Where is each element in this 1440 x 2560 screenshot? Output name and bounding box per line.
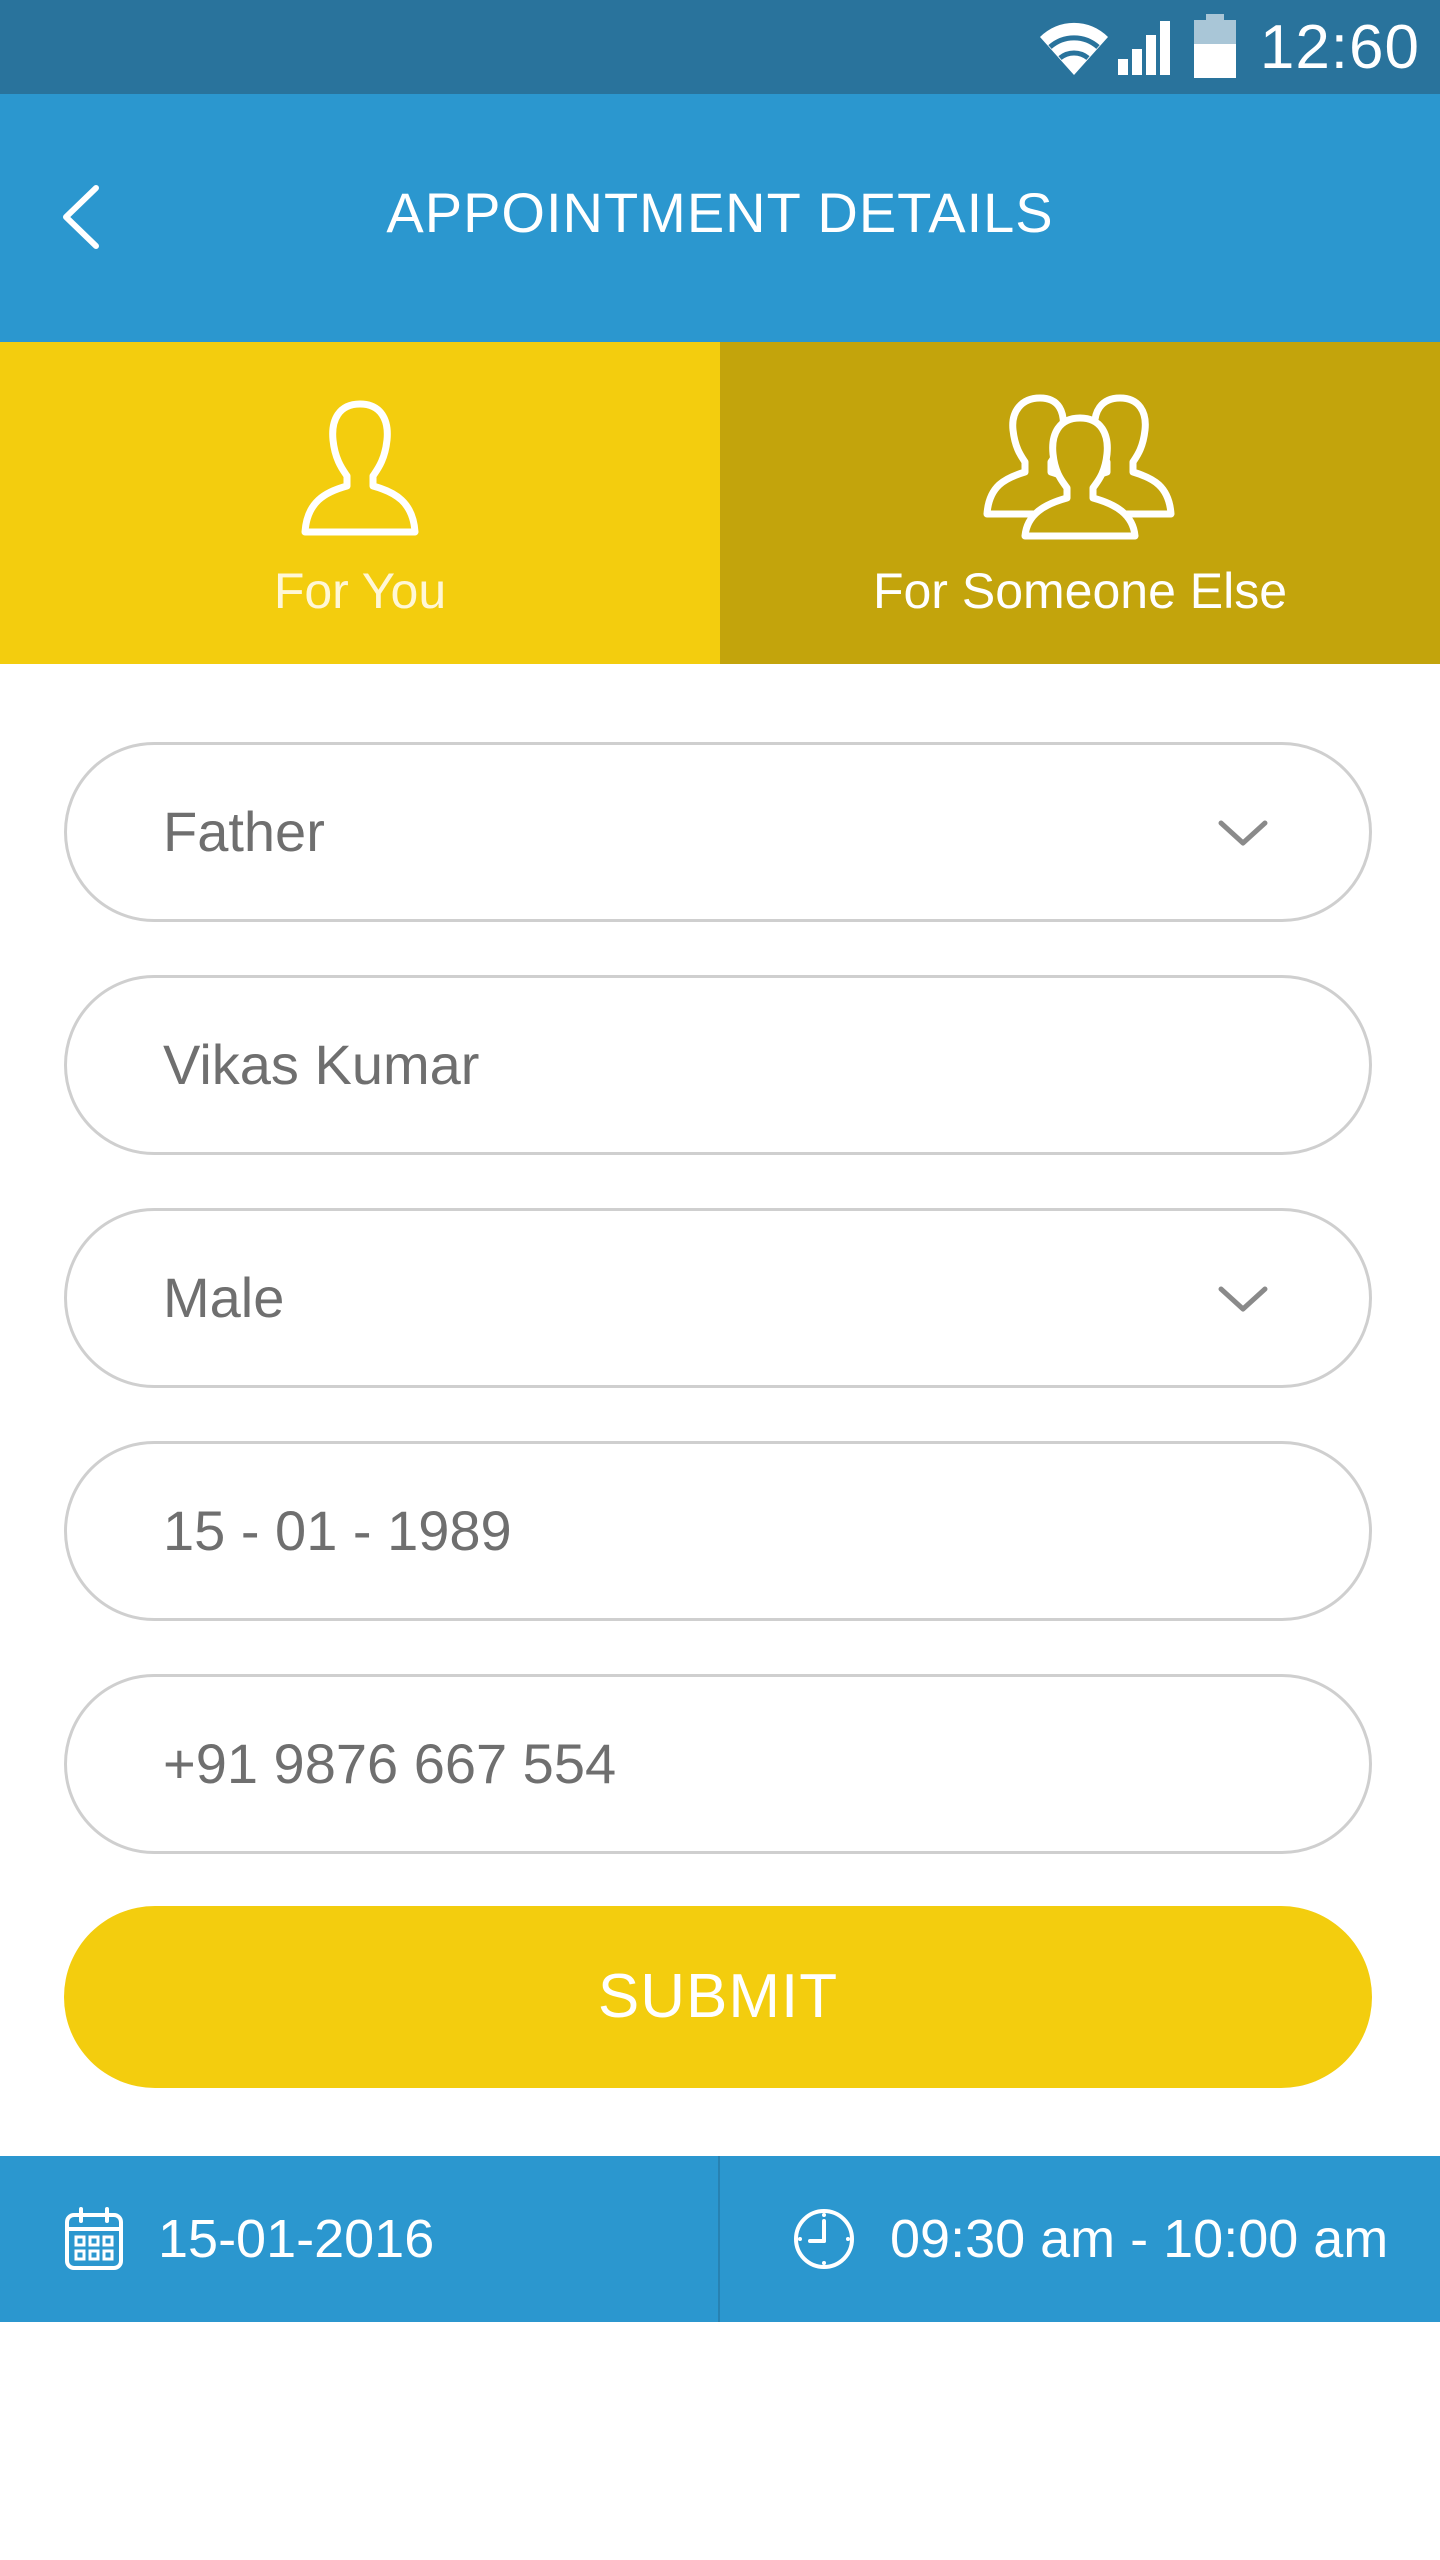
signal-icon bbox=[1117, 21, 1170, 75]
name-input[interactable]: Vikas Kumar bbox=[64, 975, 1372, 1155]
relation-value: Father bbox=[163, 800, 325, 863]
phone-value: +91 9876 667 554 bbox=[163, 1732, 617, 1795]
battery-icon bbox=[1193, 14, 1236, 78]
phone-input[interactable]: +91 9876 667 554 bbox=[64, 1674, 1372, 1854]
status-bar: 12:60 bbox=[0, 0, 1440, 94]
status-time: 12:60 bbox=[1259, 12, 1420, 82]
submit-label: SUBMIT bbox=[597, 1962, 839, 2031]
appointment-summary-bar: 15-01-2016 09:30 am - 10:00 am bbox=[0, 2156, 1440, 2322]
appointment-date: 15-01-2016 bbox=[64, 2156, 434, 2322]
chevron-down-icon bbox=[1218, 1286, 1268, 1312]
submit-button[interactable]: SUBMIT bbox=[64, 1906, 1372, 2088]
tab-for-you[interactable]: For You bbox=[0, 342, 720, 664]
appointment-time-text: 09:30 am - 10:00 am bbox=[890, 2209, 1389, 2269]
person-icon bbox=[301, 400, 419, 536]
relation-select[interactable]: Father bbox=[64, 742, 1372, 922]
status-icons: 12:60 bbox=[1036, 0, 1420, 94]
tab-for-someone-else-label: For Someone Else bbox=[872, 563, 1288, 619]
gender-value: Male bbox=[163, 1266, 285, 1329]
dob-input[interactable]: 15 - 01 - 1989 bbox=[64, 1441, 1372, 1621]
calendar-icon bbox=[65, 2207, 123, 2270]
recipient-tabs: For You For Someone Else bbox=[0, 342, 1440, 664]
gender-select[interactable]: Male bbox=[64, 1208, 1372, 1388]
clock-icon bbox=[794, 2209, 854, 2269]
chevron-down-icon bbox=[1218, 820, 1268, 846]
tab-for-someone-else[interactable]: For Someone Else bbox=[720, 342, 1440, 664]
wifi-icon bbox=[1039, 22, 1108, 75]
group-icon bbox=[983, 394, 1175, 540]
appointment-date-text: 15-01-2016 bbox=[158, 2209, 435, 2269]
tab-for-you-label: For You bbox=[273, 563, 447, 619]
name-value: Vikas Kumar bbox=[163, 1033, 480, 1096]
appointment-time: 09:30 am - 10:00 am bbox=[792, 2156, 1388, 2322]
dob-value: 15 - 01 - 1989 bbox=[163, 1499, 512, 1562]
app-bar: APPOINTMENT DETAILS bbox=[0, 94, 1440, 342]
page-title: APPOINTMENT DETAILS bbox=[386, 181, 1054, 244]
divider bbox=[718, 2156, 720, 2322]
